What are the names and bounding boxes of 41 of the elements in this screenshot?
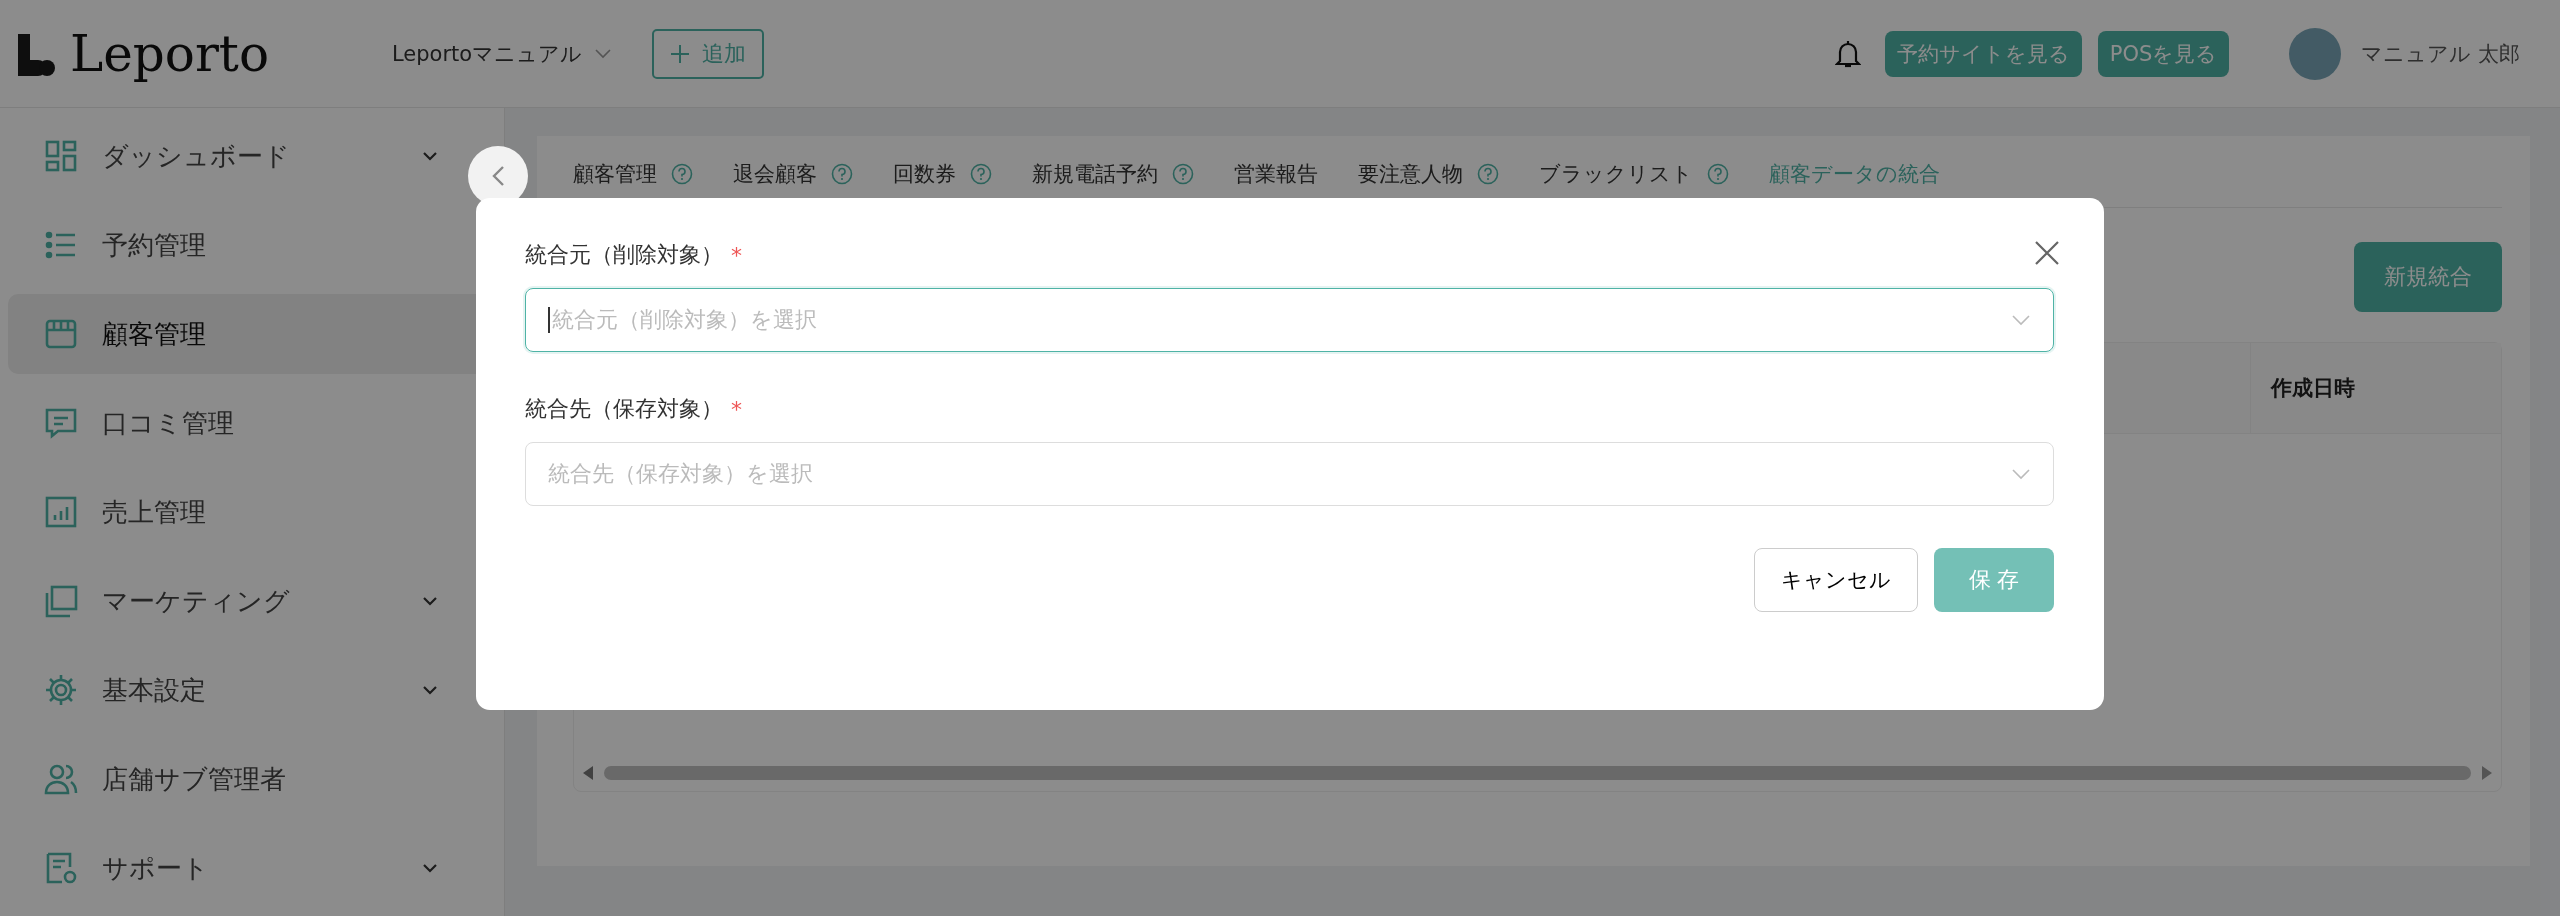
- logo-text: Leporto: [70, 24, 269, 83]
- chevron-down-icon: [2011, 468, 2031, 480]
- store-selector[interactable]: Leportoマニュアル: [386, 38, 619, 69]
- window-icon: [44, 584, 78, 618]
- plus-icon: [670, 43, 691, 64]
- dashboard-icon: [44, 139, 78, 173]
- tab[interactable]: 退会顧客: [733, 156, 853, 207]
- field-label: 統合元（削除対象）: [525, 241, 723, 269]
- chat-icon: [44, 406, 78, 440]
- required-mark: *: [731, 396, 742, 422]
- bell-icon[interactable]: [1834, 38, 1861, 69]
- users-icon: [44, 762, 78, 796]
- scrollbar-thumb[interactable]: [604, 766, 2471, 780]
- tab[interactable]: 要注意人物: [1358, 156, 1499, 207]
- sidebar-item[interactable]: マーケティング: [8, 561, 494, 641]
- chevron-left-icon: [491, 165, 505, 187]
- chevron-down-icon: [2011, 314, 2031, 326]
- tab[interactable]: ブラックリスト: [1539, 156, 1729, 207]
- field-label: 統合先（保存対象）: [525, 395, 723, 423]
- gear-icon: [44, 673, 78, 707]
- cancel-button[interactable]: キャンセル: [1754, 548, 1918, 612]
- sidebar-item[interactable]: 基本設定: [8, 650, 494, 730]
- chevron-down-icon: [594, 47, 613, 60]
- tab[interactable]: 顧客管理: [573, 156, 693, 207]
- user-name[interactable]: マニュアル 太郎: [2361, 39, 2520, 68]
- sidebar-item[interactable]: サポート: [8, 828, 494, 908]
- sidebar-item[interactable]: 店舗サブ管理者: [8, 739, 494, 819]
- doc-icon: [44, 851, 78, 885]
- column-header: 作成日時: [2250, 343, 2501, 433]
- sidebar-item[interactable]: 予約管理: [8, 205, 494, 285]
- tab[interactable]: 回数券: [893, 156, 992, 207]
- scroll-right-icon[interactable]: [2481, 765, 2493, 781]
- chart-icon: [44, 495, 78, 529]
- sidebar-item[interactable]: 口コミ管理: [8, 383, 494, 463]
- scroll-left-icon[interactable]: [582, 765, 594, 781]
- logo-icon: [16, 31, 56, 76]
- required-mark: *: [731, 242, 742, 268]
- tab[interactable]: 新規電話予約: [1032, 156, 1194, 207]
- sidebar-item[interactable]: 売上管理: [8, 472, 494, 552]
- close-icon[interactable]: [2034, 240, 2060, 266]
- store-icon: [44, 317, 78, 351]
